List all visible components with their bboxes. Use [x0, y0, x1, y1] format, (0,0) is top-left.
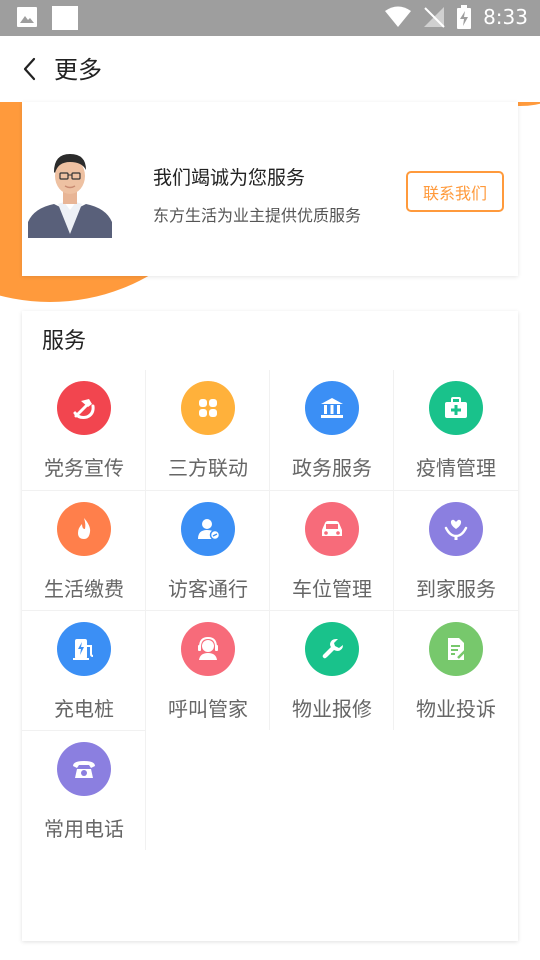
heart-hand-icon	[429, 502, 483, 556]
section-title: 服务	[42, 329, 87, 354]
page-title: 更多	[54, 56, 102, 84]
service-item-charging[interactable]: 充电桩	[22, 610, 146, 730]
promo-subtitle: 东方生活为业主提供优质服务	[153, 206, 362, 225]
service-item-call-butler[interactable]: 呼叫管家	[146, 610, 270, 730]
service-item-home-service[interactable]: 到家服务	[394, 490, 518, 610]
service-label: 车位管理	[292, 577, 372, 601]
service-label: 呼叫管家	[168, 697, 248, 721]
government-building-icon	[305, 381, 359, 435]
service-label: 访客通行	[168, 577, 248, 601]
battery-charging-icon	[457, 5, 472, 29]
service-item-parking[interactable]: 车位管理	[270, 490, 394, 610]
service-item-party[interactable]: 党务宣传	[22, 370, 146, 490]
status-bar: 8:33	[0, 0, 540, 36]
services-panel: 服务 党务宣传 三方联动 政务服务 疫情管理 生活缴费 访客通行 车位管理 到家…	[22, 311, 518, 941]
service-label: 到家服务	[416, 577, 496, 601]
service-item-government[interactable]: 政务服务	[270, 370, 394, 490]
navigation-bar: 更多	[0, 36, 540, 102]
wifi-icon	[385, 6, 412, 27]
avatar	[28, 154, 112, 238]
service-label: 生活缴费	[44, 577, 124, 601]
telephone-icon	[57, 742, 111, 796]
wrench-icon	[305, 622, 359, 676]
car-icon	[305, 502, 359, 556]
service-label: 充电桩	[54, 697, 114, 721]
service-label: 常用电话	[44, 817, 124, 841]
service-item-visitor[interactable]: 访客通行	[146, 490, 270, 610]
service-item-utility[interactable]: 生活缴费	[22, 490, 146, 610]
headset-icon	[181, 622, 235, 676]
complaint-doc-icon	[429, 622, 483, 676]
no-signal-icon	[424, 7, 445, 28]
service-item-repair[interactable]: 物业报修	[270, 610, 394, 730]
visitor-icon	[181, 502, 235, 556]
clover-icon	[181, 381, 235, 435]
service-item-epidemic[interactable]: 疫情管理	[394, 370, 518, 490]
service-label: 党务宣传	[44, 456, 124, 480]
back-arrow-icon[interactable]	[18, 53, 48, 85]
service-label: 政务服务	[292, 456, 372, 480]
charging-pile-icon	[57, 622, 111, 676]
service-item-phone[interactable]: 常用电话	[22, 730, 146, 850]
image-notification-icon	[17, 7, 37, 27]
service-label: 物业投诉	[416, 697, 496, 721]
notification-icon	[52, 6, 78, 30]
service-label: 三方联动	[168, 456, 248, 480]
clock-time: 8:33	[483, 5, 528, 29]
party-emblem-icon	[57, 381, 111, 435]
service-promo-card: 我们竭诚为您服务 东方生活为业主提供优质服务 联系我们	[22, 102, 518, 276]
medical-kit-icon	[429, 381, 483, 435]
service-label: 物业报修	[292, 697, 372, 721]
service-label: 疫情管理	[416, 456, 496, 480]
contact-us-button[interactable]: 联系我们	[406, 171, 504, 212]
flame-icon	[57, 502, 111, 556]
promo-title: 我们竭诚为您服务	[153, 167, 306, 189]
service-item-complaint[interactable]: 物业投诉	[394, 610, 518, 730]
service-item-tripartite[interactable]: 三方联动	[146, 370, 270, 490]
